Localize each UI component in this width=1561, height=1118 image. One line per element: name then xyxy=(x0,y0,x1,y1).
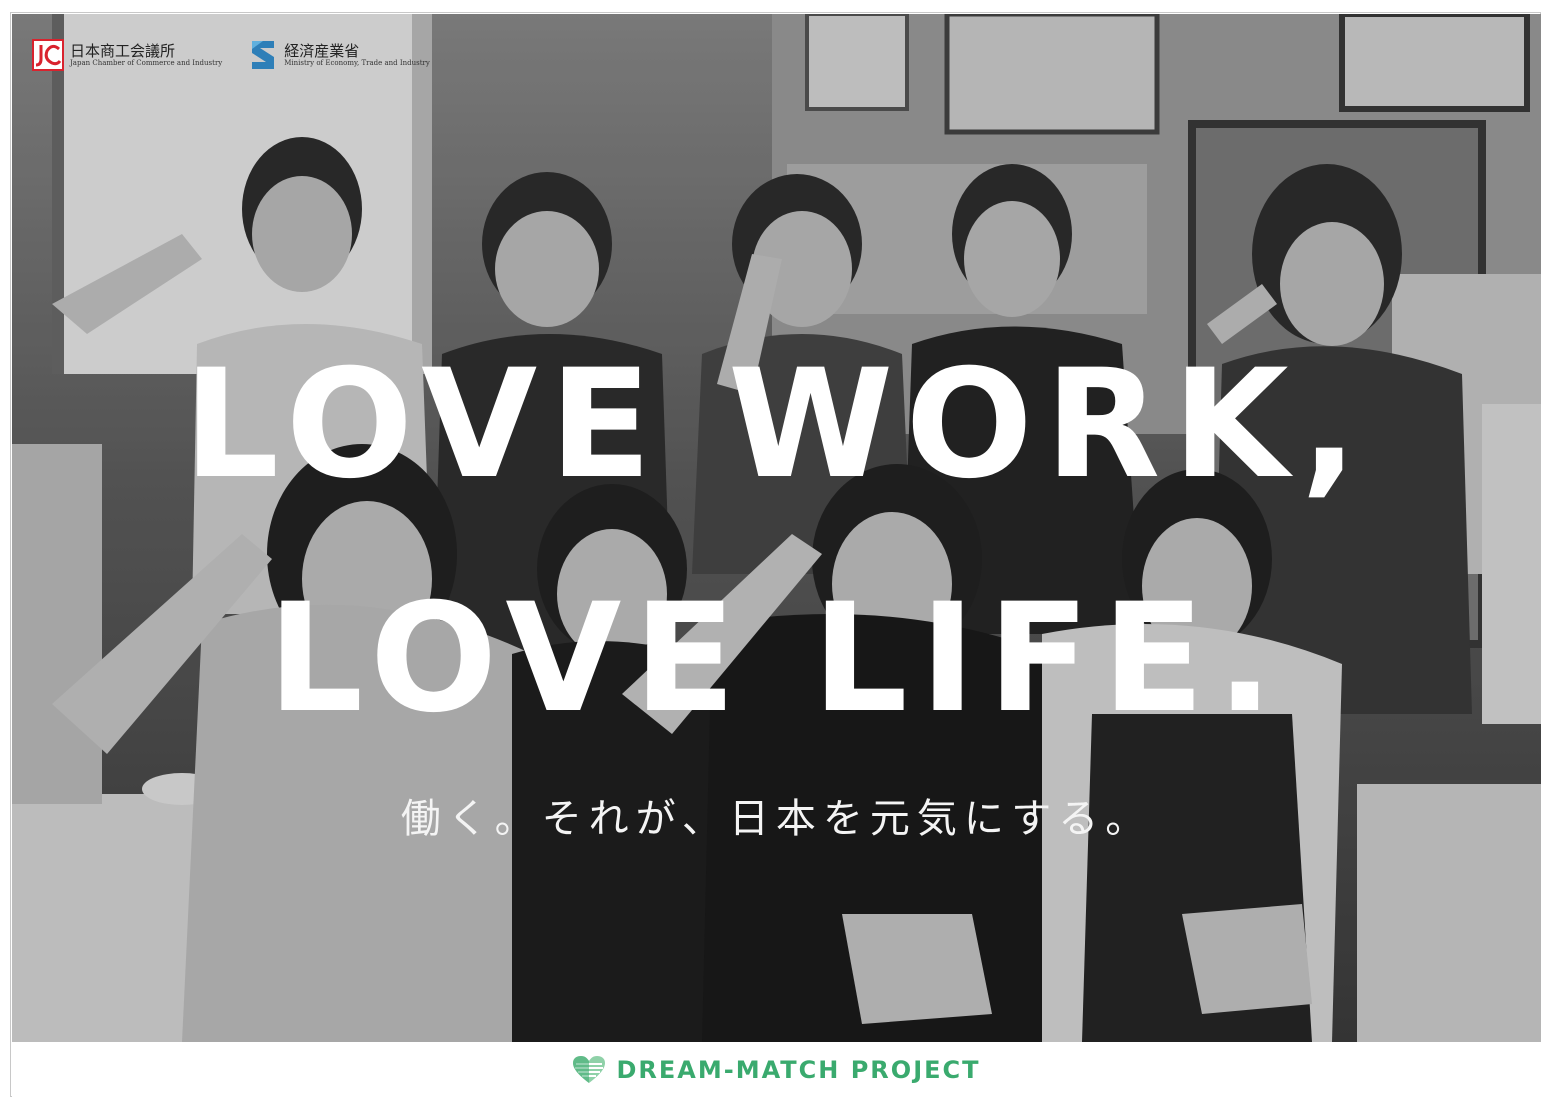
tagline: 働く。それが、日本を元気にする。 xyxy=(400,796,1153,842)
headline-line-2: LOVE LIFE. xyxy=(267,572,1286,746)
jcci-logo: 日本商工会議所 Japan Chamber of Commerce and In… xyxy=(32,39,222,71)
meti-name-ja: 経済産業省 xyxy=(284,41,360,60)
office-scene-illustration xyxy=(12,14,1541,1042)
footer-brand-bar: DREAM-MATCH PROJECT xyxy=(12,1042,1541,1097)
sponsor-logos: 日本商工会議所 Japan Chamber of Commerce and In… xyxy=(32,30,430,80)
jcci-name-ja: 日本商工会議所 xyxy=(70,41,176,60)
jcci-name-en: Japan Chamber of Commerce and Industry xyxy=(70,58,223,67)
jcci-emblem-icon xyxy=(32,39,64,71)
headline-line-1: LOVE WORK, xyxy=(183,338,1370,512)
footer-brand-text: DREAM-MATCH PROJECT xyxy=(616,1055,981,1084)
heart-icon xyxy=(573,1055,606,1083)
meti-logo: 経済産業省 Ministry of Economy, Trade and Ind… xyxy=(248,39,430,71)
meti-emblem-icon xyxy=(252,41,275,69)
meti-name-en: Ministry of Economy, Trade and Industry xyxy=(284,58,430,67)
group-photo: 日本商工会議所 Japan Chamber of Commerce and In… xyxy=(12,14,1541,1042)
